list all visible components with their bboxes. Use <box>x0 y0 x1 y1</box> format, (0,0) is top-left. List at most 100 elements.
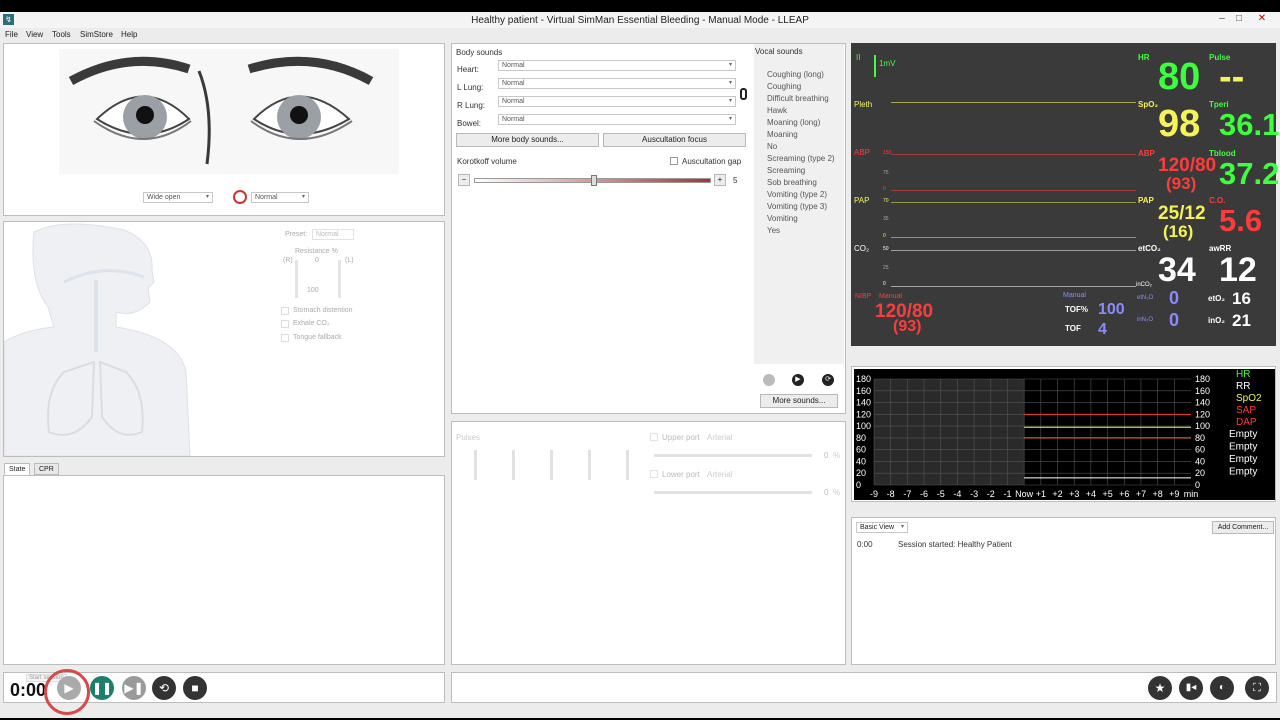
eye-link-icon[interactable] <box>233 190 247 204</box>
stop-sound-icon[interactable] <box>763 374 775 386</box>
pulse-slider-2[interactable] <box>512 450 515 480</box>
minimize-icon[interactable]: – <box>1214 13 1230 24</box>
l-lung-sound-select[interactable]: Normal ▾ <box>498 78 736 89</box>
log-view-select[interactable]: Basic View ▾ <box>856 522 908 533</box>
pulse-slider-4[interactable] <box>588 450 591 480</box>
chat-icon[interactable]: ◐ <box>1210 676 1234 700</box>
menu-simstore[interactable]: SimStore <box>80 30 113 39</box>
body-sounds-title: Body sounds <box>456 48 503 57</box>
chart-y-tick-right: 120 <box>1195 409 1210 419</box>
log-entry-text: Session started: Healthy Patient <box>898 540 1012 549</box>
left-eye-select[interactable]: Wide open ▾ <box>143 192 213 203</box>
more-sounds-button[interactable]: More sounds... <box>760 394 838 408</box>
auscultation-gap-label: Auscultation gap <box>682 157 742 166</box>
close-icon[interactable]: ✕ <box>1254 13 1270 24</box>
pulse-slider-3[interactable] <box>550 450 553 480</box>
session-log-panel: Basic View ▾ Add Comment... 0:00 Session … <box>851 517 1276 665</box>
etn2o-value: 0 <box>1169 288 1180 308</box>
vocal-sound-item[interactable]: Vomiting <box>767 214 798 223</box>
chart-y-tick-right: 80 <box>1195 433 1205 443</box>
stomach-distention-checkbox[interactable] <box>281 307 289 315</box>
upper-port-checkbox[interactable] <box>650 433 658 441</box>
resistance-mid-value: 0 <box>315 257 319 264</box>
lower-port-value: 0 <box>824 488 829 497</box>
resistance-l-label: (L) <box>345 257 354 264</box>
chart-x-tick: -7 <box>903 489 911 499</box>
bottom-toolbar: ★ ▮◂ ◐ ⛶ <box>451 672 1277 703</box>
vocal-sound-item[interactable]: Vomiting (type 3) <box>767 202 827 211</box>
stomach-distention-label: Stomach distention <box>293 307 353 314</box>
chart-y-tick: 80 <box>856 433 866 443</box>
lower-port-slider[interactable] <box>654 491 812 494</box>
window-title: Healthy patient - Virtual SimMan Essenti… <box>471 15 809 26</box>
torso-illustration[interactable] <box>4 222 199 456</box>
volume-slider-thumb[interactable] <box>590 175 597 186</box>
maximize-icon[interactable]: □ <box>1231 13 1247 24</box>
r-lung-sound-select[interactable]: Normal ▾ <box>498 96 736 107</box>
pleth-label: Pleth <box>854 100 873 109</box>
bowel-sound-select[interactable]: Normal ▾ <box>498 114 736 125</box>
vocal-sound-item[interactable]: Moaning <box>767 130 798 139</box>
vocal-sound-item[interactable]: Yes <box>767 226 780 235</box>
resistance-l-slider[interactable] <box>338 260 341 298</box>
preset-select[interactable]: Normal <box>312 229 354 240</box>
eyes-illustration[interactable] <box>59 49 399 174</box>
step-forward-button[interactable]: ▶❚ <box>122 676 146 700</box>
stop-session-button[interactable]: ■ <box>183 676 207 700</box>
vocal-sound-item[interactable]: Screaming <box>767 166 805 175</box>
chart-x-tick: +1 <box>1036 489 1046 499</box>
vocal-sound-item[interactable]: No <box>767 142 777 151</box>
exhale-co2-checkbox[interactable] <box>281 320 289 328</box>
menu-tools[interactable]: Tools <box>52 30 71 39</box>
fullscreen-icon[interactable]: ⛶ <box>1245 676 1269 700</box>
tab-state[interactable]: State <box>4 463 31 475</box>
play-sound-icon[interactable]: ▶ <box>792 374 804 386</box>
vocal-sound-item[interactable]: Difficult breathing <box>767 94 829 103</box>
korotkoff-volume-slider[interactable] <box>474 175 711 186</box>
add-comment-button[interactable]: Add Comment... <box>1212 521 1274 534</box>
more-body-sounds-button[interactable]: More body sounds... <box>456 133 599 147</box>
session-timer: 0:00 <box>10 680 47 700</box>
chart-y-tick: 60 <box>856 445 866 455</box>
reset-session-button[interactable]: ⟲ <box>152 676 176 700</box>
lower-port-checkbox[interactable] <box>650 470 658 478</box>
volume-minus-button[interactable]: − <box>458 174 470 186</box>
pulse-slider-5[interactable] <box>626 450 629 480</box>
chart-y-tick: 100 <box>856 421 871 431</box>
vocal-sound-item[interactable]: Coughing <box>767 82 801 91</box>
pulse-slider-1[interactable] <box>474 450 477 480</box>
vocal-sound-item[interactable]: Sob breathing <box>767 178 817 187</box>
vocal-sound-item[interactable]: Hawk <box>767 106 787 115</box>
spo2-label: SpO₂ <box>1138 100 1158 109</box>
resistance-r-slider[interactable] <box>295 260 298 298</box>
menu-file[interactable]: File <box>5 30 18 39</box>
vocal-sound-item[interactable]: Screaming (type 2) <box>767 154 835 163</box>
auscultation-focus-button[interactable]: Auscultation focus <box>603 133 746 147</box>
loop-sound-icon[interactable]: ⟳ <box>822 374 834 386</box>
menu-view[interactable]: View <box>26 30 43 39</box>
link-lungs-icon[interactable] <box>740 88 747 100</box>
heart-sound-select[interactable]: Normal ▾ <box>498 60 736 71</box>
tof-mode-label: Manual <box>1063 292 1086 299</box>
auscultation-gap-checkbox[interactable] <box>670 157 678 165</box>
chart-legend-entry: RR <box>1236 381 1250 392</box>
inn2o-value: 0 <box>1169 310 1180 330</box>
tongue-fallback-checkbox[interactable] <box>281 334 289 342</box>
video-camera-icon[interactable]: ▮◂ <box>1179 676 1203 700</box>
favorites-star-icon[interactable]: ★ <box>1148 676 1172 700</box>
vocal-sound-item[interactable]: Vomiting (type 2) <box>767 190 827 199</box>
upper-port-slider[interactable] <box>654 454 812 457</box>
nibp-mode-label: Manual <box>879 293 902 300</box>
chart-y-tick-right: 40 <box>1195 456 1205 466</box>
tab-cpr[interactable]: CPR <box>34 463 59 475</box>
right-eye-select[interactable]: Normal ▾ <box>251 192 309 203</box>
vocal-sound-item[interactable]: Moaning (long) <box>767 118 820 127</box>
pause-session-button[interactable]: ❚❚ <box>90 676 114 700</box>
patient-monitor[interactable]: II 1mV Pleth ABP 150 75 0 PAP 70 35 0 CO… <box>851 43 1279 346</box>
chart-y-tick: 20 <box>856 468 866 478</box>
volume-plus-button[interactable]: + <box>714 174 726 186</box>
start-session-button[interactable]: ▶ <box>57 676 81 700</box>
prediction-chart[interactable]: 180 180160 160140 140120 120100 10080 8060 6040… <box>854 369 1275 500</box>
menu-help[interactable]: Help <box>121 30 137 39</box>
vocal-sound-item[interactable]: Coughing (long) <box>767 70 824 79</box>
